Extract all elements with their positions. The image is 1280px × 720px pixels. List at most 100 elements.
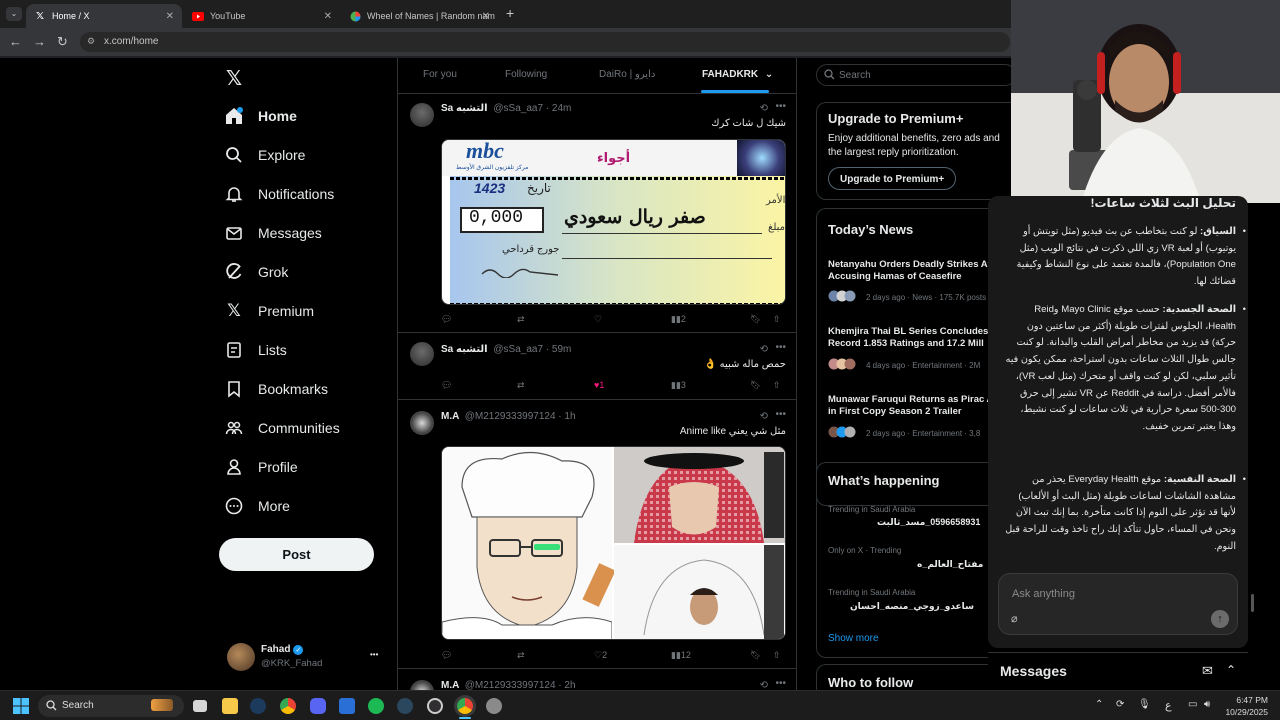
sidebar-item-bookmarks[interactable]: Bookmarks bbox=[224, 379, 328, 399]
new-tab-button[interactable]: + bbox=[506, 5, 514, 21]
share-icon[interactable]: ⇧ bbox=[773, 314, 781, 325]
taskbar-search[interactable]: Search bbox=[38, 695, 184, 717]
show-more-link[interactable]: Show more bbox=[828, 633, 879, 644]
back-icon[interactable]: ← bbox=[9, 34, 22, 49]
network-app-icon[interactable]: ⟳ bbox=[1116, 699, 1124, 710]
tweet-author[interactable]: Sa التشبه bbox=[441, 344, 488, 355]
chrome-icon[interactable] bbox=[280, 698, 296, 714]
tweet[interactable]: Sa التشبه @sSa_aa7 · 59m ⟲ ••• حمص ماله … bbox=[398, 334, 796, 400]
tab-fahadkrk[interactable]: FAHADKRK ⌄ bbox=[702, 69, 773, 80]
sidebar-item-notifications[interactable]: Notifications bbox=[224, 184, 334, 204]
search-input[interactable]: Search bbox=[816, 64, 1016, 86]
volume-icon[interactable]: 🔊︎ bbox=[1204, 699, 1210, 710]
close-tab-icon[interactable]: ✕ bbox=[166, 11, 174, 22]
tab-search-icon[interactable]: ⌄ bbox=[6, 7, 22, 21]
tab-wheel-of-names[interactable]: Wheel of Names | Random nam ✕ bbox=[342, 4, 498, 28]
reply-icon[interactable]: 💬︎ bbox=[441, 380, 452, 391]
steam-icon[interactable] bbox=[250, 698, 266, 714]
address-bar[interactable]: ⚙ x.com/home bbox=[80, 32, 1010, 52]
grok-ask-input[interactable]: Ask anything ⌀ ↑ bbox=[998, 573, 1238, 635]
reply-icon[interactable]: 💬︎ bbox=[441, 650, 452, 661]
attach-icon[interactable]: ⌀ bbox=[1011, 612, 1018, 625]
tweet-media-drawings[interactable] bbox=[441, 446, 786, 640]
grok-icon[interactable]: ⟲ bbox=[760, 103, 768, 114]
retweet-icon[interactable]: ⇄ bbox=[517, 380, 525, 391]
close-tab-icon[interactable]: ✕ bbox=[324, 11, 332, 22]
app-icon[interactable] bbox=[339, 698, 355, 714]
more-icon[interactable]: ••• bbox=[775, 342, 786, 353]
sidebar-item-explore[interactable]: Explore bbox=[224, 145, 305, 165]
more-icon[interactable]: ••• bbox=[775, 409, 786, 420]
microphone-icon[interactable]: 🎙︎ bbox=[1138, 699, 1151, 710]
tweet-author[interactable]: Sa التشبه bbox=[441, 103, 488, 114]
tab-for-you[interactable]: For you bbox=[423, 69, 457, 80]
more-icon[interactable]: ••• bbox=[775, 101, 786, 112]
news-title[interactable]: Munawar Faruqui Returns as Pirac Arif in… bbox=[828, 394, 1003, 418]
views-icon[interactable]: ▮▮ 2 bbox=[671, 314, 686, 325]
grok-icon[interactable]: ⟲ bbox=[760, 680, 768, 690]
retweet-icon[interactable]: ⇄ bbox=[517, 650, 525, 661]
account-switcher[interactable]: Fahad ✓ @KRK_Fahad ••• bbox=[225, 641, 395, 673]
tab-following[interactable]: Following bbox=[505, 69, 547, 80]
bookmark-icon[interactable]: 🔖︎ bbox=[750, 380, 761, 391]
expand-icon[interactable]: ⌃ bbox=[1226, 663, 1236, 677]
share-icon[interactable]: ⇧ bbox=[773, 380, 781, 391]
like-icon[interactable]: ♡ 2 bbox=[594, 650, 607, 661]
trend-name[interactable]: ساعدو_زوجي_منصه_احسان bbox=[850, 601, 974, 612]
settings-icon[interactable] bbox=[486, 698, 502, 714]
sidebar-item-lists[interactable]: Lists bbox=[224, 340, 287, 360]
account-more-icon[interactable]: ••• bbox=[370, 650, 378, 659]
spotify-icon[interactable] bbox=[368, 698, 384, 714]
tab-dairo[interactable]: DaiRo | دايرو bbox=[599, 69, 655, 80]
like-icon[interactable]: ♡ bbox=[594, 314, 602, 325]
close-tab-icon[interactable]: ✕ bbox=[482, 11, 490, 22]
sidebar-item-home[interactable]: Home bbox=[224, 106, 297, 126]
tweet-author[interactable]: M.A bbox=[441, 411, 459, 422]
share-icon[interactable]: ⇧ bbox=[773, 650, 781, 661]
reply-icon[interactable]: 💬︎ bbox=[441, 314, 452, 325]
bookmark-icon[interactable]: 🔖︎ bbox=[750, 650, 761, 661]
reload-icon[interactable]: ↻ bbox=[57, 34, 68, 50]
x-logo-icon[interactable]: 𝕏 bbox=[226, 66, 242, 91]
like-icon[interactable]: ♥ 1 bbox=[594, 380, 604, 390]
language-indicator[interactable]: ع bbox=[1165, 699, 1172, 712]
forward-icon[interactable]: → bbox=[33, 34, 46, 49]
sidebar-item-messages[interactable]: Messages bbox=[224, 223, 322, 243]
sidebar-item-more[interactable]: More bbox=[224, 496, 290, 516]
chrome-icon[interactable] bbox=[457, 698, 473, 714]
chevron-up-icon[interactable]: ⌃ bbox=[1095, 699, 1103, 710]
bookmark-icon[interactable]: 🔖︎ bbox=[750, 314, 761, 325]
windows-start-icon[interactable] bbox=[13, 698, 29, 714]
tweet-author[interactable]: M.A bbox=[441, 680, 459, 690]
messages-dock[interactable]: Messages ✉ ⌃ bbox=[988, 652, 1248, 690]
trend-name[interactable]: 0596658931_مسد_ثالبت bbox=[877, 517, 980, 528]
tweet[interactable]: M.A @M2129333997124 · 1h ⟲ ••• مثل شي يع… bbox=[398, 401, 796, 669]
grok-icon[interactable]: ⟲ bbox=[760, 411, 768, 422]
tweet-media-cheque[interactable]: mbc مركز تلفزيون الشرق الأوسط أجواء تاري… bbox=[441, 139, 786, 305]
chat-scrollbar[interactable] bbox=[1251, 594, 1254, 612]
views-icon[interactable]: ▮▮ 12 bbox=[671, 650, 691, 661]
tweet[interactable]: Sa التشبه @sSa_aa7 · 24m ⟲ ••• شيك ل شات… bbox=[398, 95, 796, 333]
upgrade-premium-button[interactable]: Upgrade to Premium+ bbox=[828, 167, 957, 190]
clock-time[interactable]: 6:47 PM bbox=[1226, 695, 1268, 705]
sidebar-item-premium[interactable]: 𝕏 Premium bbox=[224, 301, 314, 321]
grok-icon[interactable]: ⟲ bbox=[760, 344, 768, 355]
send-button[interactable]: ↑ bbox=[1211, 610, 1229, 628]
news-title[interactable]: Khemjira Thai BL Series Concludes Record… bbox=[828, 326, 1003, 350]
sidebar-item-profile[interactable]: Profile bbox=[224, 457, 298, 477]
new-message-icon[interactable]: ✉ bbox=[1202, 663, 1213, 679]
sidebar-item-communities[interactable]: Communities bbox=[224, 418, 340, 438]
discord-icon[interactable] bbox=[310, 698, 326, 714]
sidebar-item-grok[interactable]: Grok bbox=[224, 262, 288, 282]
more-icon[interactable]: ••• bbox=[775, 678, 786, 689]
retweet-icon[interactable]: ⇄ bbox=[517, 314, 525, 325]
tweet[interactable]: M.A @M2129333997124 · 2h ⟲ ••• bbox=[398, 670, 796, 690]
post-button[interactable]: Post bbox=[219, 538, 374, 571]
steam-icon[interactable] bbox=[397, 698, 413, 714]
site-info-icon[interactable]: ⚙ bbox=[87, 36, 95, 47]
trend-name[interactable]: مفتاح_العالم_ه bbox=[917, 559, 983, 570]
clock-date[interactable]: 10/29/2025 bbox=[1222, 707, 1268, 717]
tab-youtube[interactable]: YouTube ✕ bbox=[184, 4, 340, 28]
task-view-icon[interactable] bbox=[193, 700, 207, 712]
tab-home-x[interactable]: 𝕏 Home / X ✕ bbox=[26, 4, 182, 28]
